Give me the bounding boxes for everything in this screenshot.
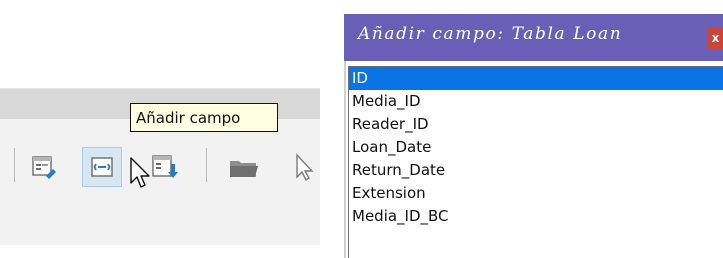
select-pointer-icon <box>296 153 314 182</box>
field-item[interactable]: Loan_Date <box>349 136 723 159</box>
field-item[interactable]: Media_ID_BC <box>349 205 723 228</box>
field-item[interactable]: Return_Date <box>349 159 723 182</box>
toolbar-separator <box>14 148 15 182</box>
field-list[interactable]: ID Media_ID Reader_ID Loan_Date Return_Date E… <box>348 66 723 258</box>
insert-field-icon <box>152 155 178 178</box>
form-design-button[interactable] <box>24 147 64 187</box>
dialog-title-bar[interactable]: Añadir campo: Tabla Loan x <box>344 14 723 61</box>
form-design-icon <box>32 156 56 179</box>
toolbar-separator <box>206 148 207 182</box>
field-item[interactable]: Extension <box>349 182 723 205</box>
select-pointer-button[interactable] <box>284 147 324 187</box>
open-folder-icon <box>230 161 258 177</box>
dialog-title: Añadir campo: Tabla Loan <box>358 24 623 44</box>
close-button[interactable]: x <box>708 27 723 49</box>
add-field-icon <box>91 157 113 177</box>
field-item[interactable]: Reader_ID <box>349 113 723 136</box>
field-item[interactable]: Media_ID <box>349 90 723 113</box>
close-icon: x <box>711 31 720 45</box>
insert-field-button[interactable] <box>146 147 186 187</box>
field-item[interactable]: ID <box>349 67 723 90</box>
open-folder-button[interactable] <box>224 147 264 187</box>
mouse-cursor-icon <box>130 157 150 188</box>
tooltip-text: Añadir campo <box>136 108 241 127</box>
add-field-tooltip: Añadir campo <box>130 103 278 132</box>
add-field-button[interactable] <box>82 147 122 187</box>
